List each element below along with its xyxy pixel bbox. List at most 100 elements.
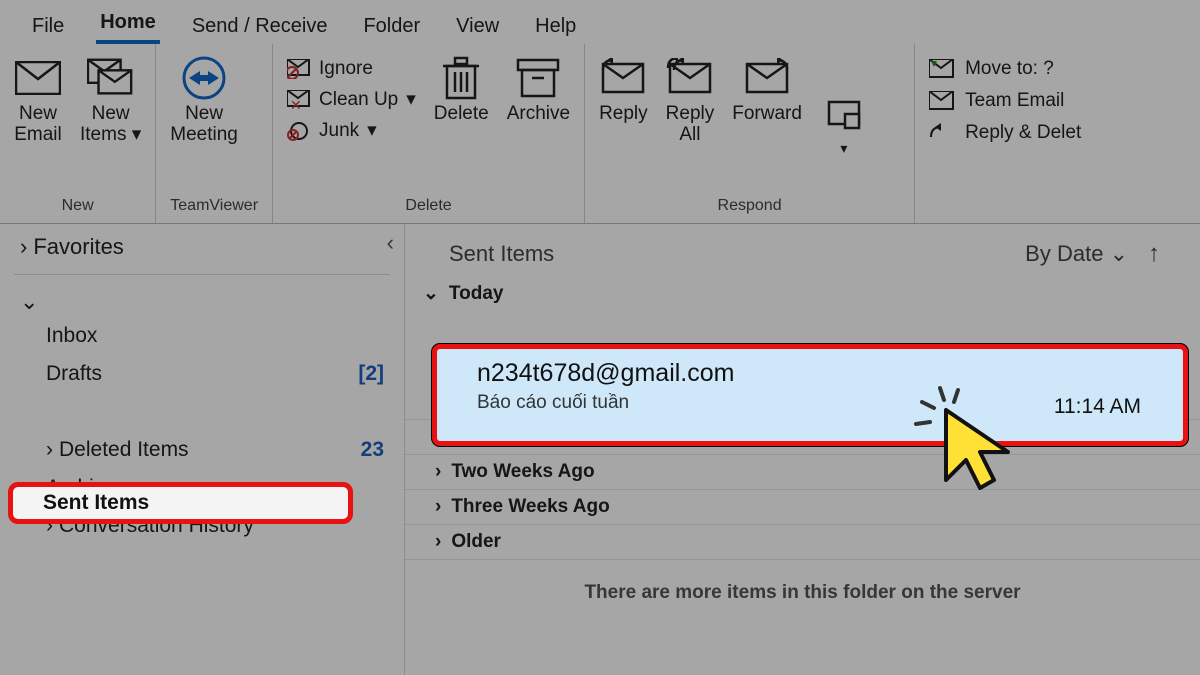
- more-items-message: There are more items in this folder on t…: [405, 559, 1200, 626]
- new-email-button[interactable]: New Email: [14, 58, 62, 146]
- reply-button[interactable]: Reply: [599, 58, 648, 125]
- more-icon: [820, 95, 868, 135]
- email-address: n234t678d@gmail.com: [477, 359, 1157, 388]
- envelope-icon: [14, 58, 62, 98]
- reply-delete-icon: [929, 123, 955, 143]
- reply-all-icon: [666, 58, 714, 98]
- forward-icon: [743, 58, 791, 98]
- menu-send-receive[interactable]: Send / Receive: [188, 11, 332, 44]
- favorites-label: Favorites: [33, 234, 123, 260]
- folder-sent-label: Sent Items: [43, 491, 149, 515]
- group-today[interactable]: ⌄ Today: [405, 276, 1200, 311]
- menu-view[interactable]: View: [452, 11, 503, 44]
- group-label-respond: Respond: [599, 193, 900, 221]
- team-email-icon: [929, 91, 955, 111]
- ribbon: New Email New Items ▾ New New Meeting: [0, 44, 1200, 224]
- cleanup-label: Clean Up: [319, 89, 398, 111]
- ignore-button[interactable]: Ignore: [287, 58, 416, 80]
- chevron-down-icon: ▾: [132, 124, 142, 145]
- new-items-button[interactable]: New Items ▾: [80, 58, 141, 146]
- chevron-down-icon: ⌄: [423, 282, 439, 305]
- group-three-weeks-label: Three Weeks Ago: [451, 496, 609, 518]
- menubar: File Home Send / Receive Folder View Hel…: [0, 0, 1200, 44]
- junk-label: Junk: [319, 120, 359, 142]
- quick-reply-delete-label: Reply & Delet: [965, 122, 1081, 144]
- menu-file[interactable]: File: [28, 11, 68, 44]
- junk-button[interactable]: Junk ▾: [287, 119, 416, 142]
- main-area: ‹ › Favorites ⌄ Inbox Drafts [2]: [0, 224, 1200, 675]
- envelopes-stack-icon: [87, 58, 135, 98]
- divider: [14, 274, 390, 275]
- ribbon-group-delete: Ignore ✕ Clean Up ▾ Junk ▾: [273, 44, 585, 223]
- svg-text:✕: ✕: [290, 97, 302, 110]
- archive-button[interactable]: Archive: [507, 58, 570, 125]
- group-today-label: Today: [449, 283, 504, 305]
- email-row-selected[interactable]: n234t678d@gmail.com Báo cáo cuối tuần 11…: [432, 344, 1188, 446]
- menu-home[interactable]: Home: [96, 7, 160, 44]
- forward-label: Forward: [732, 104, 802, 125]
- cleanup-icon: ✕: [287, 90, 311, 110]
- group-two-weeks-label: Two Weeks Ago: [451, 461, 594, 483]
- archive-label: Archive: [507, 104, 570, 125]
- ignore-label: Ignore: [319, 58, 373, 80]
- chevron-right-icon: ›: [435, 461, 441, 483]
- teamviewer-icon: [180, 58, 228, 98]
- chevron-down-icon: ▾: [367, 119, 377, 142]
- quick-team-email[interactable]: Team Email: [929, 90, 1081, 112]
- reply-icon: [599, 58, 647, 98]
- quick-move-to[interactable]: Move to: ?: [929, 58, 1081, 80]
- folder-deleted-label: Deleted Items: [59, 438, 189, 462]
- account-toggle[interactable]: ⌄: [0, 279, 404, 317]
- drafts-count: [2]: [358, 362, 384, 386]
- group-two-weeks[interactable]: › Two Weeks Ago: [405, 454, 1200, 489]
- folder-drafts[interactable]: Drafts [2]: [0, 355, 404, 393]
- chevron-down-icon: ▾: [840, 141, 847, 156]
- folder-drafts-label: Drafts: [46, 362, 102, 386]
- chevron-right-icon: ›: [20, 234, 27, 260]
- group-label-new: New: [14, 193, 141, 221]
- ribbon-group-new: New Email New Items ▾ New: [0, 44, 156, 223]
- trash-icon: [437, 58, 485, 98]
- quick-move-to-label: Move to: ?: [965, 58, 1054, 80]
- favorites-section[interactable]: › Favorites: [0, 224, 404, 270]
- delete-label: Delete: [434, 104, 489, 125]
- new-meeting-label: New Meeting: [170, 104, 238, 146]
- deleted-count: 23: [361, 438, 384, 462]
- ribbon-group-teamviewer: New Meeting TeamViewer: [156, 44, 273, 223]
- new-meeting-button[interactable]: New Meeting: [170, 58, 238, 146]
- collapse-nav-icon[interactable]: ‹: [387, 230, 394, 256]
- ribbon-group-quicksteps: Move to: ? Team Email Reply & Delet: [915, 44, 1200, 223]
- ignore-icon: [287, 59, 311, 79]
- folder-deleted[interactable]: ›Deleted Items 23: [0, 431, 404, 469]
- folder-nav-pane: ‹ › Favorites ⌄ Inbox Drafts [2]: [0, 224, 405, 675]
- group-older-label: Older: [451, 531, 501, 553]
- folder-sent-items-placeholder: [0, 393, 404, 431]
- chevron-down-icon: ⌄: [1110, 241, 1128, 266]
- menu-folder[interactable]: Folder: [359, 11, 424, 44]
- cleanup-button[interactable]: ✕ Clean Up ▾: [287, 88, 416, 111]
- quick-team-email-label: Team Email: [965, 90, 1064, 112]
- reply-all-button[interactable]: Reply All: [666, 58, 715, 146]
- list-header: Sent Items By Date ⌄ ↑: [405, 224, 1200, 276]
- delete-button[interactable]: Delete: [434, 58, 489, 125]
- sort-button[interactable]: By Date ⌄: [1025, 241, 1128, 267]
- folder-sent-items[interactable]: Sent Items: [8, 482, 353, 524]
- sort-direction-icon[interactable]: ↑: [1148, 240, 1160, 268]
- reply-all-label: Reply All: [666, 104, 715, 146]
- menu-help[interactable]: Help: [531, 11, 580, 44]
- group-label-delete: Delete: [287, 193, 570, 221]
- junk-icon: [287, 121, 311, 141]
- folder-inbox-label: Inbox: [46, 324, 97, 348]
- forward-button[interactable]: Forward: [732, 58, 802, 125]
- folder-inbox[interactable]: Inbox: [0, 317, 404, 355]
- quick-reply-delete[interactable]: Reply & Delet: [929, 122, 1081, 144]
- group-older[interactable]: › Older: [405, 524, 1200, 559]
- email-time: 11:14 AM: [1054, 395, 1141, 419]
- more-respond-button[interactable]: ▾: [820, 95, 868, 156]
- group-label-quick: [929, 211, 1186, 221]
- group-label-teamviewer: TeamViewer: [170, 193, 258, 221]
- new-email-label: New Email: [14, 104, 62, 146]
- group-three-weeks[interactable]: › Three Weeks Ago: [405, 489, 1200, 524]
- outlook-app: File Home Send / Receive Folder View Hel…: [0, 0, 1200, 675]
- chevron-right-icon: ›: [435, 496, 441, 518]
